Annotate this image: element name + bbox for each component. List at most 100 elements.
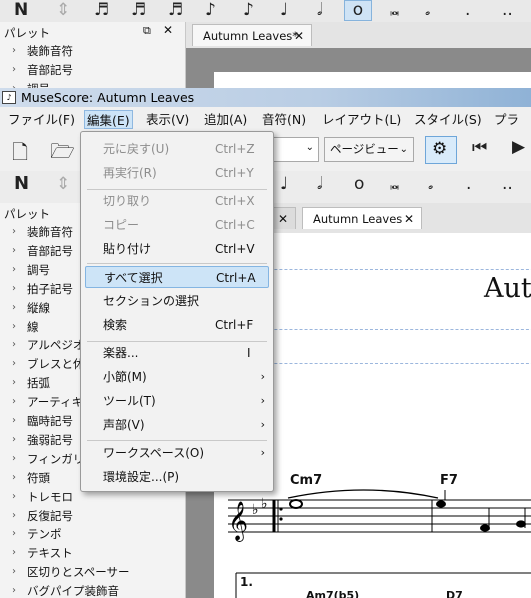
chevron-right-icon: › [12, 358, 16, 370]
palette-item[interactable]: › 区切りとスペーサー [0, 563, 183, 581]
menu-item-select-all[interactable]: すべて選択 Ctrl+A [85, 266, 269, 288]
score-tab[interactable]: Autumn Leaves* ✕ [192, 24, 312, 46]
whole-note-icon: o [344, 0, 372, 21]
menu-item-cut[interactable]: 切り取り Ctrl+X [81, 190, 273, 212]
menu-item-find[interactable]: 検索 Ctrl+F [81, 314, 273, 336]
menu-item-paste[interactable]: 貼り付け Ctrl+V [81, 238, 273, 260]
chevron-right-icon: › [260, 370, 265, 383]
menu-item-select-section[interactable]: セクションの選択 [81, 290, 273, 312]
score-tab-active[interactable]: Autumn Leaves ✕ [302, 207, 422, 229]
new-score-icon[interactable]: 🗋 [12, 138, 28, 172]
close-icon[interactable]: ✕ [278, 208, 288, 230]
chevron-right-icon: › [12, 301, 16, 313]
rewind-icon[interactable]: ⏮ [472, 138, 487, 158]
longa-icon[interactable]: 𝅗 [428, 175, 433, 193]
menu-item-preferences[interactable]: 環境設定...(P) [81, 466, 273, 488]
menu-layout[interactable]: レイアウト(L) [320, 110, 403, 129]
palette-item[interactable]: › 音部記号 [0, 61, 183, 79]
chevron-right-icon: › [12, 490, 16, 502]
menu-view[interactable]: 表示(V) [144, 110, 191, 129]
chord-symbol: Am7(b5) [306, 589, 360, 598]
chord-symbol: F7 [440, 473, 458, 488]
chevron-right-icon: › [12, 585, 16, 597]
chevron-right-icon: › [12, 45, 16, 56]
menu-item-redo[interactable]: 再実行(R) Ctrl+Y [81, 162, 273, 184]
view-mode-select[interactable]: ページビュー ⌄ [324, 137, 414, 162]
chevron-right-icon: › [12, 509, 16, 521]
palette-title: パレット [4, 207, 50, 221]
palette-item[interactable]: › バグパイプ装飾音 [0, 582, 183, 598]
menu-item-measures[interactable]: 小節(M) › [81, 366, 273, 388]
half-note-icon[interactable]: 𝅗𝅥 [317, 175, 322, 193]
quarter-note-icon: ♩ [280, 0, 289, 20]
menu-item-voices[interactable]: 声部(V) › [81, 414, 273, 436]
background-score-area [186, 48, 531, 88]
chord-symbol: Cm7 [290, 473, 323, 488]
menu-item-instruments[interactable]: 楽器... I [81, 342, 273, 364]
menu-add[interactable]: 追加(A) [202, 110, 249, 129]
menu-item-copy[interactable]: コピー Ctrl+C [81, 214, 273, 236]
note-16th-icon: ♬ [168, 0, 184, 20]
chevron-right-icon: › [12, 547, 16, 559]
staff: 𝄞 ♭ ♭ [228, 489, 531, 598]
palette-item[interactable]: › 装飾音符 [0, 42, 183, 60]
palette-item[interactable]: › テキスト [0, 544, 183, 562]
palette-item[interactable]: › 反復記号 [0, 507, 183, 525]
accidental-icon: ⇕ [56, 0, 71, 20]
zoom-select[interactable]: ⌄ [269, 137, 319, 162]
double-dot-icon: .. [502, 0, 513, 20]
menu-bar: ファイル(F) 編集(E) 表示(V) 追加(A) 音符(N) レイアウト(L)… [0, 108, 531, 146]
menu-separator [87, 440, 267, 441]
half-note-icon: 𝅗𝅥 [317, 0, 323, 20]
open-folder-icon[interactable]: 🗁 [50, 137, 75, 171]
whole-note-icon[interactable]: o [354, 175, 364, 193]
menu-item-tools[interactable]: ツール(T) › [81, 390, 273, 412]
float-icon[interactable]: ⧉ [143, 24, 151, 38]
accidental-icon[interactable]: ⇕ [56, 175, 70, 193]
chevron-down-icon: ⌄ [399, 144, 408, 155]
chevron-right-icon: › [12, 377, 16, 389]
window-title: MuseScore: Autumn Leaves [21, 90, 195, 105]
background-score-page [214, 72, 531, 88]
chevron-right-icon: › [12, 471, 16, 483]
menu-item-workspace[interactable]: ワークスペース(O) › [81, 442, 273, 464]
chevron-right-icon: › [12, 433, 16, 445]
double-dot-icon[interactable]: .. [502, 175, 513, 193]
menu-separator [87, 263, 267, 264]
breve-icon[interactable]: 𝅜 [390, 175, 400, 193]
chevron-right-icon: › [12, 263, 16, 275]
background-toolbar: N ⇕ ♬ ♬ ♬ ♪ ♪ ♩ 𝅗𝅥 o 𝅜 𝅗 . .. [0, 0, 531, 23]
menu-item-undo[interactable]: 元に戻す(U) Ctrl+Z [81, 138, 273, 160]
chevron-right-icon: › [12, 339, 16, 351]
close-icon[interactable]: ✕ [163, 23, 173, 37]
palette-item[interactable]: › テンポ [0, 525, 183, 543]
chevron-right-icon: › [12, 566, 16, 578]
menu-notes[interactable]: 音符(N) [260, 110, 308, 129]
close-icon[interactable]: ✕ [404, 208, 414, 230]
play-icon[interactable]: ▶ [512, 137, 525, 157]
menu-edit[interactable]: 編集(E) [84, 110, 133, 129]
quarter-note-icon[interactable]: ♩ [280, 175, 288, 193]
chevron-right-icon: › [12, 396, 16, 408]
chevron-right-icon: › [12, 452, 16, 464]
menu-style[interactable]: スタイル(S) [412, 110, 484, 129]
chevron-right-icon: › [12, 64, 16, 75]
chevron-right-icon: › [260, 418, 265, 431]
dot-icon[interactable]: . [466, 175, 471, 193]
volta-label: 1. [240, 575, 253, 589]
longa-icon: 𝅗 [425, 0, 431, 20]
musescore-app-icon: ♪ [2, 91, 16, 104]
chevron-right-icon: › [12, 320, 16, 332]
note-32nd-icon: ♬ [131, 0, 147, 20]
menu-plugins[interactable]: プラグ [492, 110, 531, 146]
background-tabstrip: Autumn Leaves* ✕ [186, 22, 531, 88]
note-input-icon[interactable]: N [14, 175, 29, 193]
menu-file[interactable]: ファイル(F) [6, 110, 77, 129]
svg-text:𝄞: 𝄞 [228, 501, 248, 542]
mixer-button[interactable]: ⚙ [425, 136, 457, 164]
edit-menu-dropdown: 元に戻す(U) Ctrl+Z 再実行(R) Ctrl+Y 切り取り Ctrl+X コピ… [80, 131, 274, 492]
svg-text:♭: ♭ [261, 496, 268, 512]
chevron-right-icon: › [12, 244, 16, 256]
mixer-icon: ⚙ [432, 139, 448, 159]
close-icon[interactable]: ✕ [294, 25, 304, 47]
